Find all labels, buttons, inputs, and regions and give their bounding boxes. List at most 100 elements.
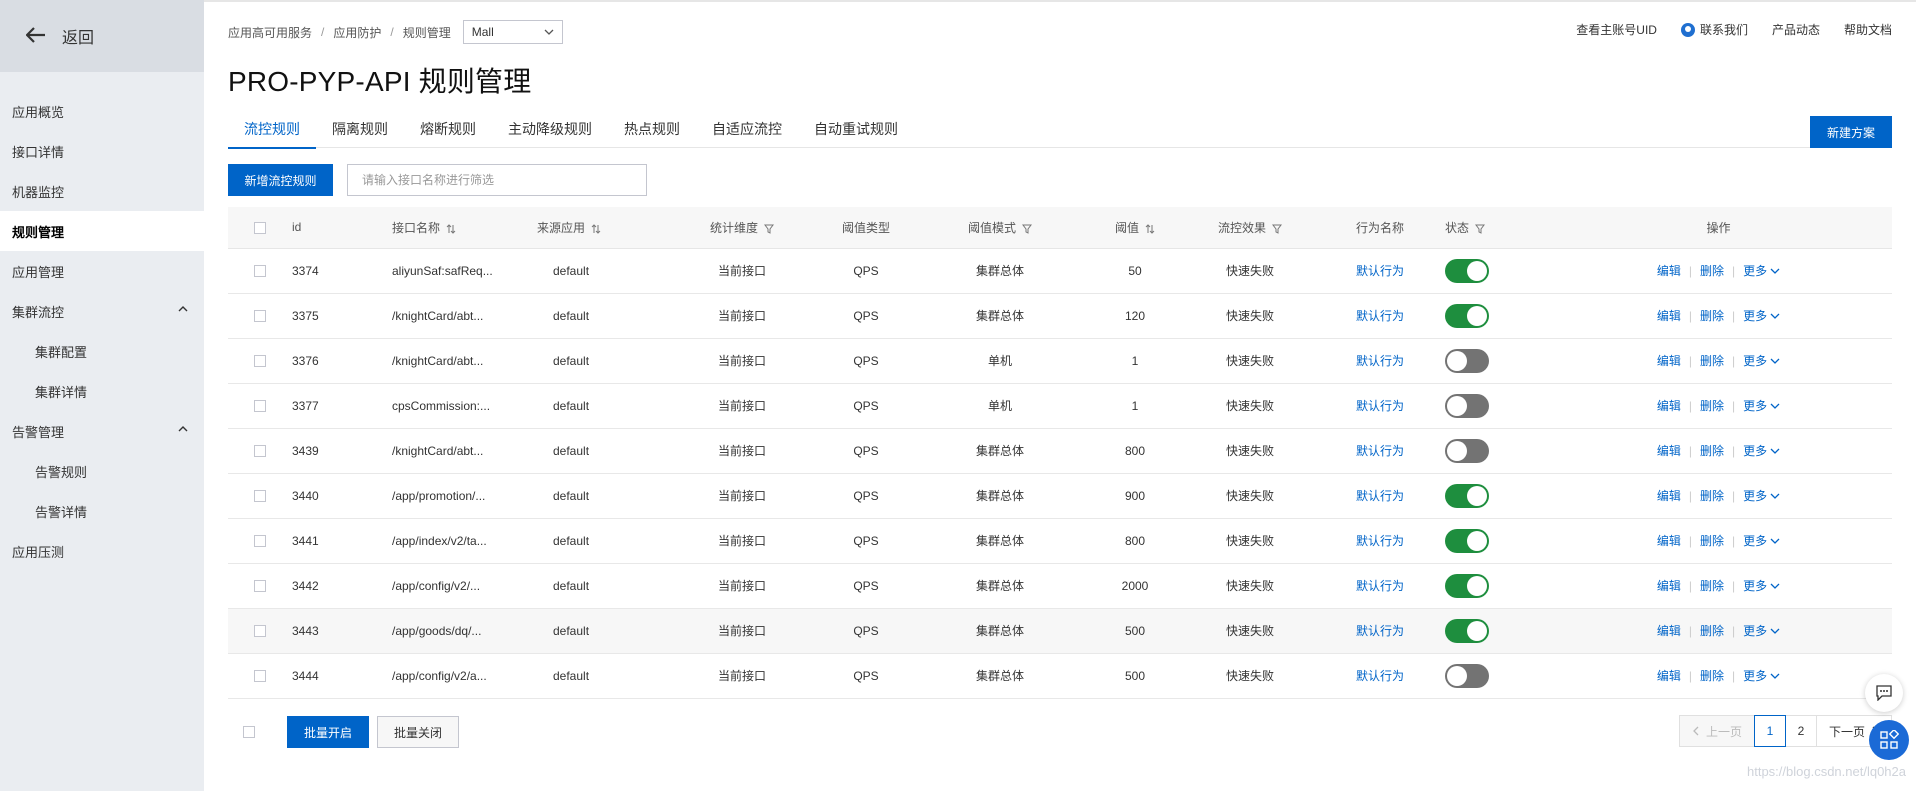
- page-1-button[interactable]: 1: [1754, 715, 1786, 747]
- row-checkbox[interactable]: [254, 580, 266, 593]
- header-api-name[interactable]: 接口名称: [392, 207, 537, 249]
- delete-link[interactable]: 删除: [1700, 622, 1724, 639]
- tab-adaptive-flow[interactable]: 自适应流控: [696, 116, 798, 148]
- row-checkbox[interactable]: [254, 265, 266, 278]
- delete-link[interactable]: 删除: [1700, 532, 1724, 549]
- row-checkbox[interactable]: [254, 445, 266, 458]
- row-checkbox[interactable]: [254, 400, 266, 413]
- filter-icon[interactable]: [764, 224, 774, 234]
- sidebar-item-app-management[interactable]: 应用管理: [0, 251, 204, 291]
- sidebar-item-cluster-config[interactable]: 集群配置: [0, 331, 204, 371]
- more-dropdown[interactable]: 更多: [1743, 532, 1780, 549]
- action-link[interactable]: 默认行为: [1356, 489, 1404, 503]
- api-filter-input[interactable]: [347, 164, 647, 196]
- action-link[interactable]: 默认行为: [1356, 534, 1404, 548]
- sidebar-item-rule-management[interactable]: 规则管理: [0, 211, 204, 251]
- status-toggle[interactable]: [1445, 348, 1489, 373]
- edit-link[interactable]: 编辑: [1657, 352, 1681, 369]
- delete-link[interactable]: 删除: [1700, 442, 1724, 459]
- status-toggle[interactable]: [1445, 528, 1489, 553]
- view-uid-link[interactable]: 查看主账号UID: [1576, 21, 1657, 38]
- row-checkbox[interactable]: [254, 535, 266, 548]
- action-link[interactable]: 默认行为: [1356, 669, 1404, 683]
- edit-link[interactable]: 编辑: [1657, 622, 1681, 639]
- tab-active-degradation[interactable]: 主动降级规则: [492, 116, 608, 148]
- more-dropdown[interactable]: 更多: [1743, 577, 1780, 594]
- batch-enable-button[interactable]: 批量开启: [287, 716, 369, 748]
- back-button[interactable]: 返回: [0, 0, 204, 72]
- row-checkbox[interactable]: [254, 625, 266, 638]
- delete-link[interactable]: 删除: [1700, 577, 1724, 594]
- row-checkbox[interactable]: [254, 490, 266, 503]
- breadcrumb-item[interactable]: 应用高可用服务: [228, 24, 312, 41]
- header-effect[interactable]: 流控效果: [1185, 207, 1315, 249]
- tab-hotspot[interactable]: 热点规则: [608, 116, 696, 148]
- edit-link[interactable]: 编辑: [1657, 307, 1681, 324]
- select-all-checkbox[interactable]: [254, 222, 266, 235]
- header-dimension[interactable]: 统计维度: [667, 207, 817, 249]
- filter-icon[interactable]: [1022, 224, 1032, 234]
- delete-link[interactable]: 删除: [1700, 667, 1724, 684]
- more-dropdown[interactable]: 更多: [1743, 352, 1780, 369]
- action-link[interactable]: 默认行为: [1356, 579, 1404, 593]
- more-dropdown[interactable]: 更多: [1743, 487, 1780, 504]
- apps-button[interactable]: [1869, 720, 1909, 760]
- edit-link[interactable]: 编辑: [1657, 532, 1681, 549]
- product-news-link[interactable]: 产品动态: [1772, 21, 1820, 38]
- action-link[interactable]: 默认行为: [1356, 264, 1404, 278]
- status-toggle[interactable]: [1445, 483, 1489, 508]
- status-toggle[interactable]: [1445, 663, 1489, 688]
- edit-link[interactable]: 编辑: [1657, 667, 1681, 684]
- tab-auto-retry[interactable]: 自动重试规则: [798, 116, 914, 148]
- action-link[interactable]: 默认行为: [1356, 624, 1404, 638]
- chat-button[interactable]: [1865, 674, 1903, 712]
- tab-circuit-breaker[interactable]: 熔断规则: [404, 116, 492, 148]
- footer-select-all-checkbox[interactable]: [243, 726, 255, 738]
- edit-link[interactable]: 编辑: [1657, 577, 1681, 594]
- edit-link[interactable]: 编辑: [1657, 442, 1681, 459]
- edit-link[interactable]: 编辑: [1657, 487, 1681, 504]
- sidebar-item-cluster-flow-control[interactable]: 集群流控: [0, 291, 204, 331]
- delete-link[interactable]: 删除: [1700, 397, 1724, 414]
- delete-link[interactable]: 删除: [1700, 487, 1724, 504]
- action-link[interactable]: 默认行为: [1356, 444, 1404, 458]
- tab-flow-control[interactable]: 流控规则: [228, 116, 316, 149]
- header-source-app[interactable]: 来源应用: [537, 207, 667, 249]
- row-checkbox[interactable]: [254, 355, 266, 368]
- sort-icon[interactable]: [446, 223, 456, 234]
- more-dropdown[interactable]: 更多: [1743, 622, 1780, 639]
- header-threshold-mode[interactable]: 阈值模式: [915, 207, 1085, 249]
- action-link[interactable]: 默认行为: [1356, 399, 1404, 413]
- sidebar-item-api-details[interactable]: 接口详情: [0, 131, 204, 171]
- status-toggle[interactable]: [1445, 573, 1489, 598]
- add-flow-rule-button[interactable]: 新增流控规则: [228, 164, 333, 196]
- sidebar-item-alert-management[interactable]: 告警管理: [0, 411, 204, 451]
- sidebar-item-app-overview[interactable]: 应用概览: [0, 91, 204, 131]
- row-checkbox[interactable]: [254, 670, 266, 683]
- contact-link[interactable]: 联系我们: [1680, 21, 1748, 38]
- header-status[interactable]: 状态: [1445, 207, 1545, 249]
- edit-link[interactable]: 编辑: [1657, 262, 1681, 279]
- filter-icon[interactable]: [1272, 224, 1282, 234]
- more-dropdown[interactable]: 更多: [1743, 667, 1780, 684]
- sidebar-item-alert-rules[interactable]: 告警规则: [0, 451, 204, 491]
- sidebar-item-alert-details[interactable]: 告警详情: [0, 491, 204, 531]
- status-toggle[interactable]: [1445, 303, 1489, 328]
- delete-link[interactable]: 删除: [1700, 307, 1724, 324]
- delete-link[interactable]: 删除: [1700, 262, 1724, 279]
- status-toggle[interactable]: [1445, 618, 1489, 643]
- status-toggle[interactable]: [1445, 393, 1489, 418]
- more-dropdown[interactable]: 更多: [1743, 262, 1780, 279]
- status-toggle[interactable]: [1445, 258, 1489, 283]
- header-threshold[interactable]: 阈值: [1085, 207, 1185, 249]
- action-link[interactable]: 默认行为: [1356, 309, 1404, 323]
- sort-icon[interactable]: [591, 223, 601, 234]
- prev-page-button[interactable]: 上一页: [1679, 715, 1755, 747]
- batch-disable-button[interactable]: 批量关闭: [377, 716, 459, 748]
- filter-icon[interactable]: [1475, 224, 1486, 234]
- sidebar-item-machine-monitor[interactable]: 机器监控: [0, 171, 204, 211]
- status-toggle[interactable]: [1445, 438, 1489, 463]
- delete-link[interactable]: 删除: [1700, 352, 1724, 369]
- edit-link[interactable]: 编辑: [1657, 397, 1681, 414]
- page-2-button[interactable]: 2: [1785, 715, 1817, 747]
